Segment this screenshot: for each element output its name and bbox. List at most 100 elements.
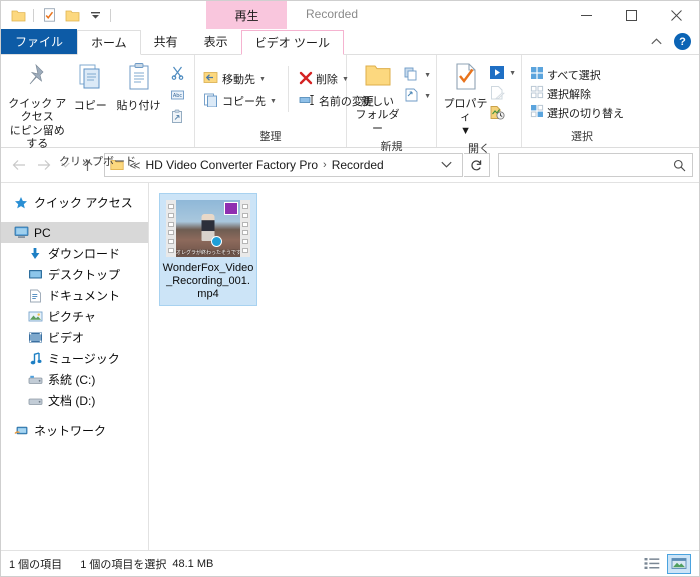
paste-icon xyxy=(125,62,153,98)
ribbon-group-open: プロパティ ▼ ▼ 開く xyxy=(437,55,522,155)
sidebar-item-pictures[interactable]: ピクチャ xyxy=(1,306,148,327)
ribbon-tabs: ファイル ホーム 共有 表示 ビデオ ツール ? xyxy=(1,29,699,55)
move-to-icon xyxy=(203,70,219,88)
sidebar-item-documents-label: ドキュメント xyxy=(48,289,121,303)
move-to-button[interactable]: 移動先 ▼ xyxy=(200,68,280,90)
select-none-label: 選択解除 xyxy=(547,88,591,101)
address-dropdown-icon[interactable] xyxy=(433,159,460,171)
contextual-tab-play[interactable]: 再生 xyxy=(206,1,287,29)
history-button[interactable] xyxy=(489,104,516,123)
new-folder-label-line1: 新しい xyxy=(361,96,395,109)
qat-separator-2 xyxy=(110,8,111,22)
new-folder-icon-large xyxy=(363,62,393,94)
sidebar-item-downloads[interactable]: ダウンロード xyxy=(1,243,148,264)
search-input[interactable] xyxy=(505,157,673,173)
tab-view-label: 表示 xyxy=(203,35,228,49)
documents-icon xyxy=(27,288,43,304)
maximize-button[interactable] xyxy=(609,1,654,29)
tab-view[interactable]: 表示 xyxy=(191,29,241,54)
new-small-buttons: ▼ ▼ xyxy=(403,63,431,106)
select-all-button[interactable]: すべて選択 xyxy=(527,65,627,84)
ribbon-group-clipboard: クイック アクセス にピン留めする コピー 貼り付け Abc クリップボード xyxy=(1,55,195,168)
chevron-down-icon-2: ▼ xyxy=(270,97,277,105)
videos-icon xyxy=(27,330,43,346)
svg-text:Abc: Abc xyxy=(172,93,182,99)
search-icon[interactable] xyxy=(673,159,686,172)
details-view-button[interactable] xyxy=(640,554,664,574)
easy-access-button[interactable]: ▼ xyxy=(403,86,431,106)
help-icon[interactable]: ? xyxy=(674,33,691,50)
sidebar-item-quick-access[interactable]: クイック アクセス xyxy=(1,192,148,213)
breadcrumb-item-1[interactable]: Recorded xyxy=(332,158,384,172)
folder-icon[interactable] xyxy=(8,5,28,25)
select-col: すべて選択 選択解除 選択の切り替え xyxy=(527,63,627,122)
tab-home[interactable]: ホーム xyxy=(77,30,141,55)
desktop-icon xyxy=(27,267,43,283)
sidebar-item-drive-d-label: 文档 (D:) xyxy=(48,394,96,408)
qat-separator xyxy=(33,8,34,22)
navigation-pane: クイック アクセス PC ダウンロード デスクトップ ドキュメント ピクチャ ビ… xyxy=(1,183,149,550)
sidebar-gap-2 xyxy=(1,411,148,420)
file-item[interactable]: オレグラが終わったそうです WonderFox_Video_Recording_… xyxy=(159,193,257,306)
new-item-icon xyxy=(403,66,420,85)
new-folder-button[interactable]: 新しい フォルダー xyxy=(352,60,403,138)
paste-button[interactable]: 貼り付け xyxy=(112,60,165,115)
sidebar-item-drive-c[interactable]: 系統 (C:) xyxy=(1,369,148,390)
invert-selection-button[interactable]: 選択の切り替え xyxy=(527,103,627,122)
select-all-label: すべて選択 xyxy=(547,69,601,82)
tab-file[interactable]: ファイル xyxy=(1,29,78,54)
select-none-button[interactable]: 選択解除 xyxy=(527,84,627,103)
new-item-button[interactable]: ▼ xyxy=(403,65,431,85)
file-explorer-window: 再生 Recorded ファイル ホーム 共有 表示 ビデオ ツール ? クイッ… xyxy=(0,0,700,577)
tab-video-tools[interactable]: ビデオ ツール xyxy=(240,30,345,55)
main-area: クイック アクセス PC ダウンロード デスクトップ ドキュメント ピクチャ ビ… xyxy=(1,182,699,550)
copy-to-icon xyxy=(203,92,219,110)
sidebar-item-documents[interactable]: ドキュメント xyxy=(1,285,148,306)
sidebar-item-network[interactable]: ネットワーク xyxy=(1,420,148,441)
properties-button[interactable]: プロパティ ▼ xyxy=(442,60,489,140)
file-name-label: WonderFox_Video_Recording_001.mp4 xyxy=(162,262,254,300)
sidebar-item-desktop[interactable]: デスクトップ xyxy=(1,264,148,285)
close-button[interactable] xyxy=(654,1,699,29)
ribbon-right-controls: ? xyxy=(647,29,695,54)
new-folder-icon[interactable] xyxy=(62,5,82,25)
status-bar: 1 個の項目 1 個の項目を選択 48.1 MB xyxy=(1,550,699,576)
sidebar-item-drive-d[interactable]: 文档 (D:) xyxy=(1,390,148,411)
tab-share[interactable]: 共有 xyxy=(141,29,191,54)
pin-to-quick-access-button[interactable]: クイック アクセス にピン留めする xyxy=(6,60,68,153)
copy-button[interactable]: コピー xyxy=(68,60,112,115)
breadcrumb-separator-0[interactable]: › xyxy=(318,159,332,171)
sidebar-item-music[interactable]: ミュージック xyxy=(1,348,148,369)
customize-dropdown-icon[interactable] xyxy=(85,5,105,25)
open-with-button[interactable]: ▼ xyxy=(489,64,516,83)
tab-file-label: ファイル xyxy=(15,35,64,49)
open-with-icon xyxy=(489,65,505,83)
search-box[interactable] xyxy=(498,153,693,177)
chevron-up-icon[interactable] xyxy=(647,36,666,48)
delete-label: 削除 xyxy=(315,74,338,86)
rename-icon xyxy=(299,93,316,110)
status-selection: 1 個の項目を選択 xyxy=(80,558,167,571)
sidebar-item-videos[interactable]: ビデオ xyxy=(1,327,148,348)
minimize-button[interactable] xyxy=(564,1,609,29)
delete-icon xyxy=(299,71,313,88)
sidebar-item-pc[interactable]: PC xyxy=(1,222,148,243)
invert-selection-label: 選択の切り替え xyxy=(547,107,624,120)
move-to-label: 移動先 xyxy=(222,74,255,86)
edit-button xyxy=(489,84,516,103)
thumbnail-caption: オレグラが終わったそうです xyxy=(176,250,240,256)
thumbnail-badge xyxy=(224,202,238,215)
copy-to-button[interactable]: コピー先 ▼ xyxy=(200,90,280,112)
ribbon-group-select: すべて選択 選択解除 選択の切り替え 選択 xyxy=(522,55,642,147)
large-icons-view-button[interactable] xyxy=(667,553,691,574)
chevron-down-icon-7: ▼ xyxy=(509,70,516,77)
video-thumbnail: オレグラが終わったそうです xyxy=(166,200,250,257)
title-bar: 再生 Recorded xyxy=(1,1,699,29)
properties-icon[interactable] xyxy=(39,5,59,25)
thumbnail-marker xyxy=(210,236,222,247)
filmstrip-right-icon xyxy=(240,200,250,257)
paste-shortcut-icon[interactable] xyxy=(165,106,189,127)
copy-path-icon[interactable]: Abc xyxy=(165,84,189,105)
file-list-view[interactable]: オレグラが終わったそうです WonderFox_Video_Recording_… xyxy=(149,183,699,550)
cut-icon[interactable] xyxy=(165,62,189,83)
